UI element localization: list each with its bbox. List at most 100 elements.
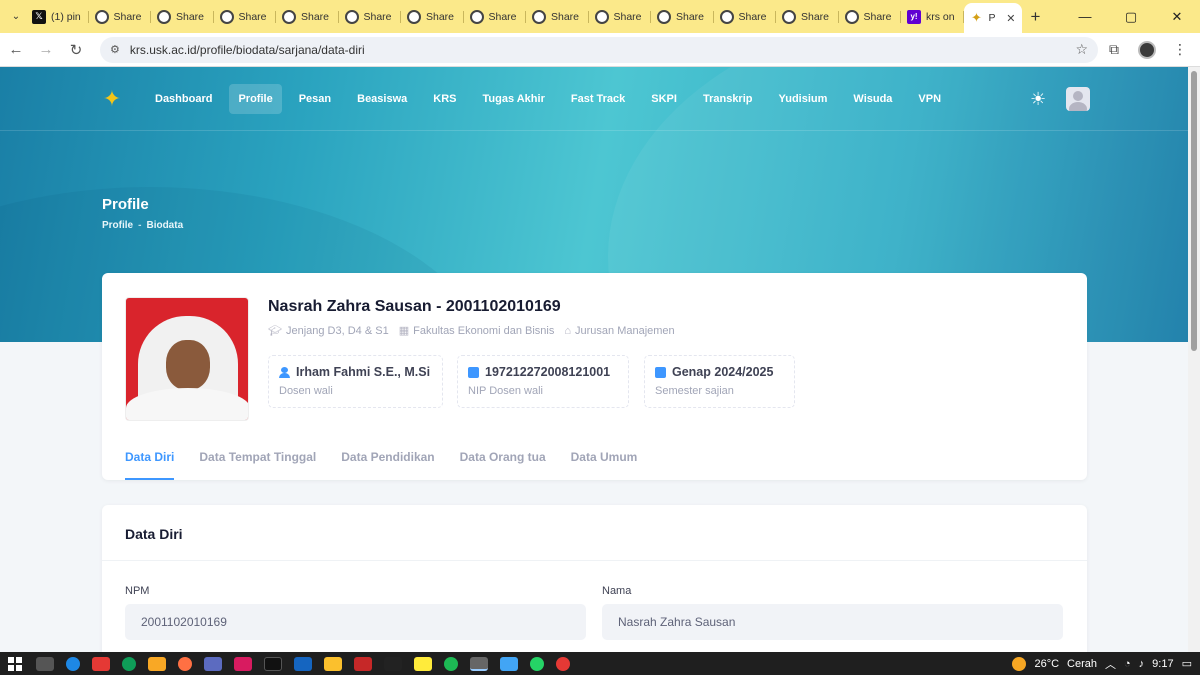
windows-start-icon[interactable] — [8, 656, 22, 671]
field-npm-value[interactable]: 2001102010169 — [125, 604, 586, 640]
share-icon — [282, 9, 296, 24]
teams-icon[interactable] — [204, 656, 222, 671]
nav-tugas-akhir[interactable]: Tugas Akhir — [474, 84, 554, 114]
tab-data-pendidikan[interactable]: Data Pendidikan — [341, 443, 434, 480]
weather-text[interactable]: Cerah — [1067, 658, 1097, 670]
tab-data-tempat-tinggal[interactable]: Data Tempat Tinggal — [199, 443, 316, 480]
extensions-icon[interactable]: ⧉ — [1098, 41, 1130, 58]
nav-skpi[interactable]: SKPI — [642, 84, 686, 114]
nav-vpn[interactable]: VPN — [909, 84, 950, 114]
page-title: Profile — [102, 196, 149, 213]
edge-icon[interactable] — [122, 656, 136, 671]
browser-tab[interactable]: Share — [589, 4, 652, 30]
breadcrumb-separator: - — [138, 220, 142, 231]
app-icon-red[interactable] — [556, 656, 570, 671]
tab-label: krs on — [926, 10, 955, 23]
network-icon[interactable]: ◔ — [1124, 658, 1131, 670]
nav-fast-track[interactable]: Fast Track — [562, 84, 634, 114]
wps-office-icon[interactable] — [354, 656, 372, 671]
browser-tab[interactable]: Share — [401, 4, 464, 30]
theme-toggle-sun-icon[interactable]: ☀ — [1030, 89, 1046, 110]
meta-jurusan: ⌂ Jurusan Manajemen — [564, 324, 674, 337]
browser-tab[interactable]: Share — [151, 4, 214, 30]
browser-tab[interactable]: Share — [776, 4, 839, 30]
chrome-active-icon[interactable] — [470, 656, 488, 671]
firefox-icon[interactable] — [178, 656, 192, 671]
browser-tab[interactable]: Share — [464, 4, 527, 30]
top-navigation: ✦ Dashboard Profile Pesan Beasiswa KRS Tugas … — [100, 84, 958, 114]
share-icon — [407, 9, 421, 24]
task-view-icon[interactable] — [36, 656, 54, 671]
weather-temp[interactable]: 26°C — [1034, 658, 1059, 670]
meta-fakultas: ▦ Fakultas Ekonomi dan Bisnis — [399, 324, 555, 338]
browser-tab[interactable]: Share — [526, 4, 589, 30]
notes-icon[interactable] — [414, 656, 432, 671]
nav-transkrip[interactable]: Transkrip — [694, 84, 762, 114]
browser-tab[interactable]: Share — [214, 4, 277, 30]
nav-yudisium[interactable]: Yudisium — [770, 84, 837, 114]
university-logo-icon[interactable]: ✦ — [100, 87, 124, 111]
maximize-icon[interactable]: ▢ — [1108, 9, 1154, 25]
notifications-icon[interactable]: ▭ — [1182, 657, 1192, 670]
windows-taskbar: 26°C Cerah ︿ ◔ ♪ 9:17 ▭ — [0, 652, 1200, 675]
browser-tab[interactable]: Share — [839, 4, 902, 30]
nav-pesan[interactable]: Pesan — [290, 84, 340, 114]
browser-tab[interactable]: Share — [714, 4, 777, 30]
person-icon — [279, 366, 290, 378]
twitter-app-icon[interactable] — [384, 656, 402, 671]
tiktok-icon[interactable] — [264, 656, 282, 671]
close-window-icon[interactable]: ✕ — [1154, 9, 1200, 25]
tab-data-diri[interactable]: Data Diri — [125, 443, 175, 480]
nav-wisuda[interactable]: Wisuda — [844, 84, 901, 114]
tab-label: Share — [801, 10, 830, 23]
back-icon[interactable]: ← — [2, 41, 30, 58]
instagram-icon[interactable] — [234, 656, 252, 671]
browser-tab[interactable]: y! krs on — [901, 4, 964, 30]
spotify-icon[interactable] — [444, 656, 458, 671]
whatsapp-icon[interactable] — [530, 656, 544, 671]
browser-profile-avatar[interactable] — [1138, 40, 1156, 59]
user-avatar[interactable] — [1066, 87, 1090, 111]
browser-tab-active[interactable]: ✦ P ✕ — [963, 3, 1022, 33]
nav-krs[interactable]: KRS — [424, 84, 465, 114]
breadcrumb-item-profile[interactable]: Profile — [102, 220, 133, 231]
site-info-icon[interactable]: ⚙ — [110, 43, 120, 56]
browser-tab[interactable]: Share — [339, 4, 402, 30]
meta-fakultas-text: Fakultas Ekonomi dan Bisnis — [413, 324, 555, 337]
chrome-app-icon[interactable] — [66, 656, 80, 671]
forward-icon[interactable]: → — [32, 41, 60, 58]
tray-chevron-icon[interactable]: ︿ — [1105, 656, 1116, 672]
stat-dosen-wali-value: Irham Fahmi S.E., M.Si — [296, 365, 431, 379]
reload-icon[interactable]: ↻ — [62, 41, 90, 59]
browser-tab[interactable]: Share — [89, 4, 152, 30]
clock[interactable]: 9:17 — [1152, 658, 1173, 670]
volume-icon[interactable]: ♪ — [1139, 658, 1145, 670]
nav-beasiswa[interactable]: Beasiswa — [348, 84, 416, 114]
file-explorer-icon[interactable] — [148, 656, 166, 671]
field-nama-value[interactable]: Nasrah Zahra Sausan — [602, 604, 1063, 640]
weather-icon[interactable] — [1012, 656, 1027, 671]
page-scrollbar[interactable] — [1188, 67, 1200, 652]
tab-label: Share — [488, 10, 517, 23]
scrollbar-thumb[interactable] — [1191, 71, 1197, 351]
new-tab-button[interactable]: + — [1022, 7, 1050, 27]
tab-search-chevron-icon[interactable]: ⌄ — [6, 7, 26, 27]
tab-data-orang-tua[interactable]: Data Orang tua — [460, 443, 546, 480]
nav-dashboard[interactable]: Dashboard — [146, 84, 221, 114]
browser-menu-icon[interactable]: ⋮ — [1164, 41, 1196, 58]
minimize-icon[interactable]: — — [1062, 9, 1108, 25]
app-icon-yellow[interactable] — [324, 656, 342, 671]
close-tab-icon[interactable]: ✕ — [1006, 12, 1015, 25]
browser-tab[interactable]: Share — [651, 4, 714, 30]
browser-tab[interactable]: Share — [276, 4, 339, 30]
stat-nip-value: 197212272008121001 — [485, 365, 611, 379]
outlook-icon[interactable] — [294, 656, 312, 671]
copilot-icon[interactable] — [92, 656, 110, 671]
photos-icon[interactable] — [500, 656, 518, 671]
address-bar[interactable]: ⚙ krs.usk.ac.id/profile/biodata/sarjana/… — [100, 36, 1098, 63]
tab-data-umum[interactable]: Data Umum — [571, 443, 638, 480]
nav-profile[interactable]: Profile — [229, 84, 282, 114]
field-npm-label: NPM — [125, 585, 150, 597]
browser-tab[interactable]: 𝕏 (1) pin — [26, 4, 89, 30]
bookmark-star-icon[interactable]: ☆ — [1075, 41, 1088, 58]
